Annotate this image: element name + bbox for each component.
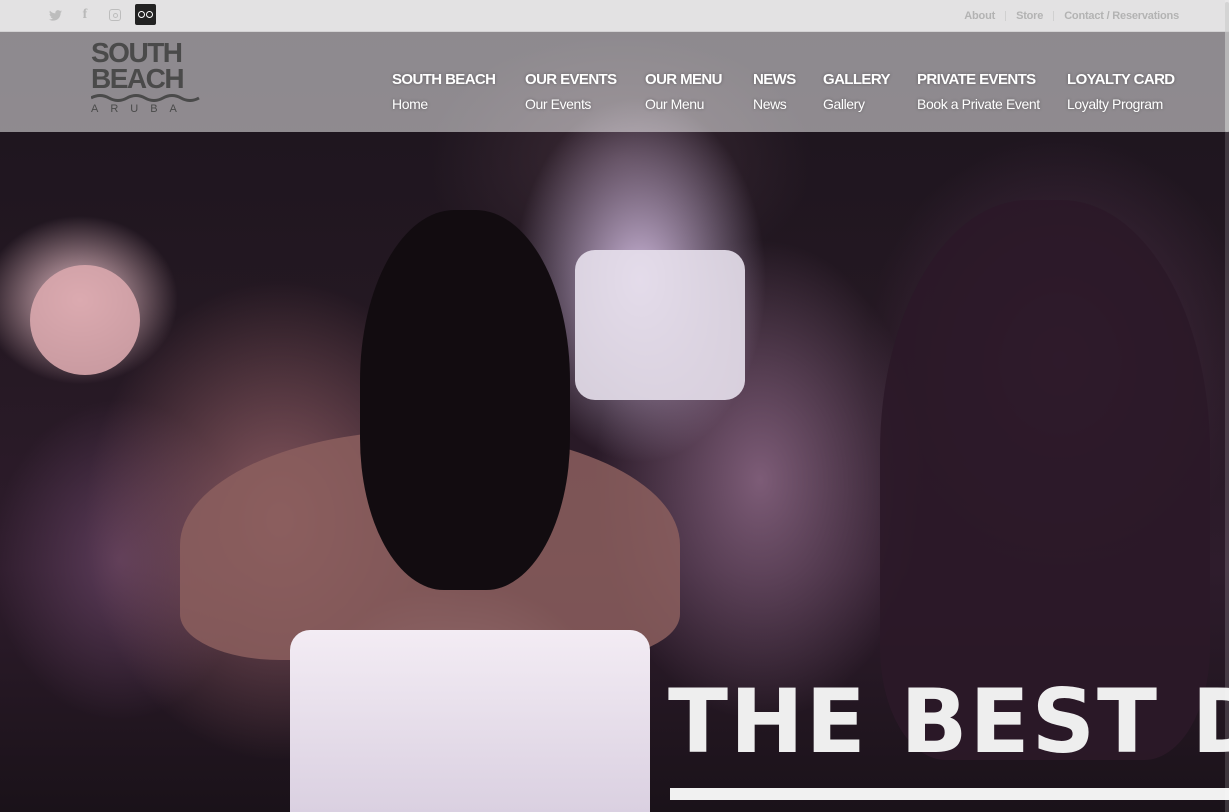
main-nav: SOUTH BEACH Home OUR EVENTS Our Events O… <box>0 70 1229 120</box>
page: THE BEST DJ f About Store Contact / Rese… <box>0 0 1229 812</box>
utility-separator <box>1053 10 1055 21</box>
nav-title: LOYALTY CARD <box>1067 71 1175 88</box>
nav-title: OUR MENU <box>645 71 722 88</box>
contact-reservations-link[interactable]: Contact / Reservations <box>1064 10 1179 22</box>
nav-subtitle: News <box>753 96 787 112</box>
nav-subtitle: Gallery <box>823 96 865 112</box>
nav-item-gallery[interactable]: GALLERY Gallery <box>823 70 891 114</box>
tripadvisor-icon[interactable] <box>135 4 156 25</box>
nav-title: SOUTH BEACH <box>392 71 496 88</box>
store-link[interactable]: Store <box>1016 10 1043 22</box>
nav-subtitle: Home <box>392 96 428 112</box>
scrollbar-thumb[interactable] <box>1225 2 1229 132</box>
nav-item-private-events[interactable]: PRIVATE EVENTS Book a Private Event <box>917 70 1040 114</box>
utility-separator <box>1005 10 1007 21</box>
twitter-icon[interactable] <box>44 4 66 26</box>
nav-subtitle: Our Events <box>525 96 592 112</box>
nav-item-news[interactable]: NEWS News <box>753 70 796 114</box>
tripadvisor-owl-glyph <box>138 11 153 18</box>
facebook-icon[interactable]: f <box>74 4 96 26</box>
hero-caption-rule <box>670 788 1229 800</box>
instagram-glyph <box>109 9 121 21</box>
nav-subtitle: Our Menu <box>645 96 705 112</box>
hero-figure-top <box>575 250 745 400</box>
nav-subtitle: Loyalty Program <box>1067 96 1163 112</box>
nav-title: OUR EVENTS <box>525 71 617 88</box>
hero-figure-arm <box>30 265 140 375</box>
hero-figure-hair <box>360 210 570 590</box>
utility-nav: About Store Contact / Reservations <box>964 0 1179 31</box>
nav-title: GALLERY <box>823 71 891 88</box>
nav-title: NEWS <box>753 71 796 88</box>
twitter-bird-shape <box>48 9 62 21</box>
main-header: SOUTH BEACH ARUBA SOUTH BEACH Home OUR E… <box>0 32 1229 132</box>
about-link[interactable]: About <box>964 10 995 22</box>
nav-subtitle: Book a Private Event <box>917 96 1040 112</box>
hero-figure-dress <box>290 630 650 812</box>
nav-item-our-menu[interactable]: OUR MENU Our Menu <box>645 70 722 114</box>
top-utility-bar: f About Store Contact / Reservations <box>0 0 1229 32</box>
nav-item-our-events[interactable]: OUR EVENTS Our Events <box>525 70 617 114</box>
page-scrollbar[interactable] <box>1225 0 1229 812</box>
instagram-icon[interactable] <box>104 4 126 26</box>
nav-item-south-beach[interactable]: SOUTH BEACH Home <box>392 70 496 114</box>
nav-title: PRIVATE EVENTS <box>917 71 1036 88</box>
hero-caption: THE BEST DJ <box>668 670 1229 773</box>
nav-item-loyalty-card[interactable]: LOYALTY CARD Loyalty Program <box>1067 70 1175 114</box>
